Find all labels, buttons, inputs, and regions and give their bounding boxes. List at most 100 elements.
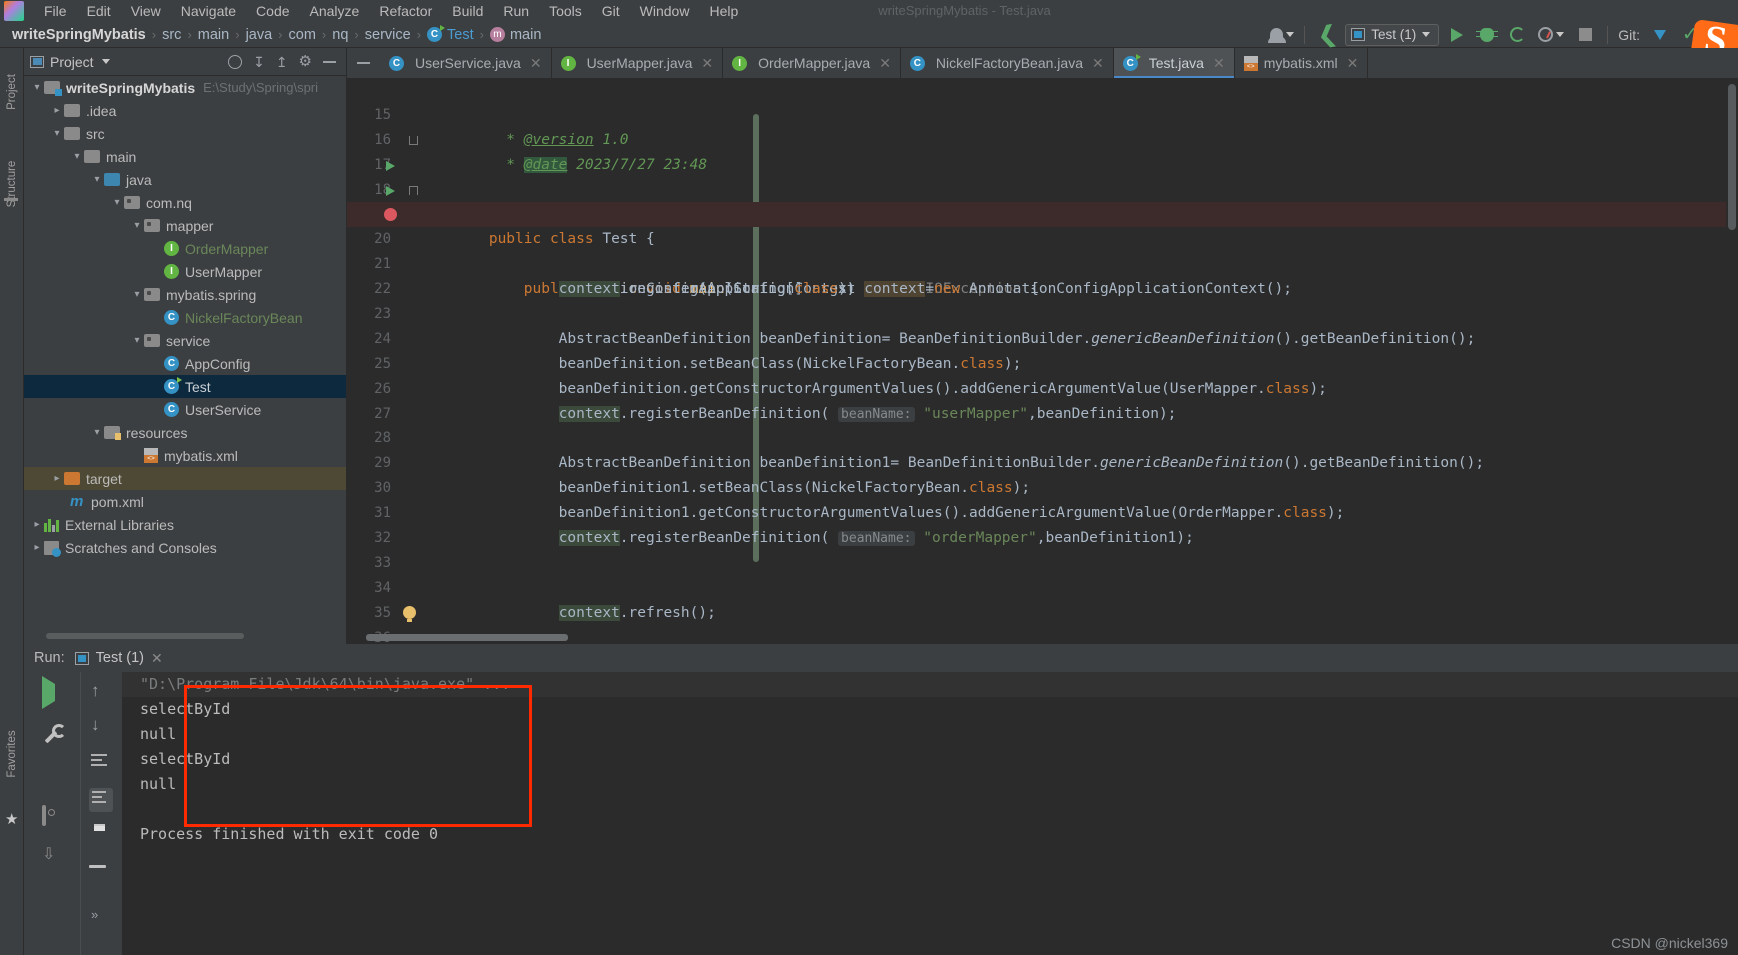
scroll-down-icon[interactable]: ↓ — [91, 716, 111, 736]
chevron-down-icon[interactable]: ▾ — [30, 82, 44, 93]
breadcrumb-item-main[interactable]: main — [198, 27, 229, 43]
tool-window-project[interactable]: Project — [6, 64, 18, 120]
fold-marker-close-icon[interactable] — [409, 135, 418, 145]
run-gutter-icon[interactable] — [386, 160, 395, 171]
chevron-down-icon[interactable]: ▾ — [90, 427, 104, 438]
run-icon[interactable] — [1445, 24, 1469, 46]
tab-nickelfactorybean-java[interactable]: NickelFactoryBean.java ✕ — [901, 48, 1114, 78]
more-actions-icon[interactable]: » — [91, 906, 111, 926]
code-line-31[interactable]: 31 context.registerBeanDefinition( beanN… — [347, 476, 1738, 547]
hide-panel-icon[interactable] — [323, 60, 336, 63]
menu-refactor[interactable]: Refactor — [369, 0, 442, 22]
menu-code[interactable]: Code — [246, 0, 299, 22]
breakpoint-icon[interactable] — [384, 208, 397, 222]
tab-userservice-java[interactable]: UserService.java ✕ — [380, 48, 552, 78]
tab-test-java[interactable]: Test.java ✕ — [1113, 48, 1235, 78]
chevron-right-icon[interactable]: ▸ — [30, 519, 44, 530]
git-update-icon[interactable] — [1648, 24, 1672, 46]
locate-icon[interactable] — [228, 54, 243, 69]
menu-view[interactable]: View — [121, 0, 171, 22]
tree-item-target[interactable]: ▸ target — [24, 467, 346, 490]
stop-icon[interactable] — [44, 766, 62, 784]
chevron-down-icon[interactable]: ▾ — [130, 335, 144, 346]
settings-gear-icon[interactable]: ⚙ — [299, 54, 312, 69]
run-tab-test[interactable]: Test (1) ✕ — [74, 650, 163, 667]
chevron-right-icon[interactable]: ▸ — [50, 105, 64, 116]
intention-bulb-icon[interactable] — [403, 605, 416, 622]
tab-mybatis-xml[interactable]: mybatis.xml ✕ — [1235, 48, 1369, 78]
update-project-icon[interactable]: ❮ — [1315, 20, 1339, 48]
editor-horizontal-scrollbar[interactable] — [366, 634, 568, 641]
tree-item-mapper[interactable]: ▾ mapper — [24, 214, 346, 237]
scrollbar-thumb[interactable] — [1728, 84, 1736, 230]
menu-build[interactable]: Build — [442, 0, 493, 22]
breadcrumb-item-project[interactable]: writeSpringMybatis — [12, 27, 146, 43]
project-panel-horizontal-scrollbar[interactable] — [46, 633, 244, 639]
menu-analyze[interactable]: Analyze — [300, 0, 370, 22]
code-line-30[interactable]: 30 beanDefinition1.getConstructorArgumen… — [347, 451, 1738, 521]
tree-item-test[interactable]: Test — [24, 375, 346, 398]
code-line-33[interactable]: 33 — [347, 526, 1738, 571]
chevron-down-icon[interactable]: ▾ — [110, 197, 124, 208]
code-line-25[interactable]: 25 beanDefinition.getConstructorArgument… — [347, 327, 1738, 397]
breadcrumb-item-java[interactable]: java — [246, 27, 273, 43]
code-line-15[interactable]: 15 * @version 1.0 — [347, 78, 1738, 148]
code-line-23[interactable]: 23 AbstractBeanDefinition beanDefinition… — [347, 277, 1738, 347]
collapse-tabs-button[interactable] — [347, 48, 380, 78]
tree-item-pom-xml[interactable]: m pom.xml — [24, 490, 346, 513]
code-line-19[interactable]: 19 public static void main(String[] args… — [347, 178, 1738, 297]
code-line-36[interactable]: 36 UserService userService=(UserService)… — [347, 601, 1738, 644]
chevron-down-icon[interactable]: ▾ — [130, 220, 144, 231]
console-output[interactable]: "D:\Program File\Jdk\64\bin\java.exe" ..… — [122, 672, 1738, 955]
rerun-icon[interactable] — [42, 676, 60, 709]
tree-item-external-libraries[interactable]: ▸ External Libraries — [24, 513, 346, 536]
profiler-icon[interactable] — [1535, 24, 1567, 46]
chevron-down-icon[interactable]: ▾ — [70, 151, 84, 162]
fold-marker-open-icon[interactable] — [409, 185, 418, 195]
tree-item-usermapper[interactable]: UserMapper — [24, 260, 346, 283]
tree-item-service[interactable]: ▾ service — [24, 329, 346, 352]
collapse-all-icon[interactable]: ↥ — [276, 55, 288, 69]
code-line-20[interactable]: 20 AnnotationConfigApplicationContext co… — [347, 202, 1738, 298]
tree-item-src[interactable]: ▾ src — [24, 122, 346, 145]
breadcrumb-item-main-method[interactable]: main — [489, 27, 541, 43]
close-icon[interactable]: ✕ — [701, 55, 713, 72]
code-line-32[interactable]: 32 — [347, 501, 1738, 546]
run-configuration-selector[interactable]: Test (1) — [1345, 23, 1440, 46]
close-icon[interactable]: ✕ — [1213, 55, 1225, 72]
chevron-down-icon[interactable] — [101, 59, 110, 64]
code-line-29[interactable]: 29 beanDefinition1.setBeanClass(NickelFa… — [347, 426, 1738, 496]
chevron-down-icon[interactable]: ▾ — [130, 289, 144, 300]
tool-window-structure[interactable]: Structure — [6, 156, 18, 212]
chevron-down-icon[interactable]: ▾ — [50, 128, 64, 139]
tree-item-appconfig[interactable]: AppConfig — [24, 352, 346, 375]
tab-usermapper-java[interactable]: UserMapper.java ✕ — [552, 48, 724, 78]
menu-edit[interactable]: Edit — [77, 0, 121, 22]
tree-item-main[interactable]: ▾ main — [24, 145, 346, 168]
user-avatar-icon[interactable] — [1268, 24, 1295, 46]
code-line-24[interactable]: 24 beanDefinition.setBeanClass(NickelFac… — [347, 302, 1738, 372]
tree-item-com-nq[interactable]: ▾ com.nq — [24, 191, 346, 214]
menu-file[interactable]: File — [34, 0, 77, 22]
breadcrumb-item-src[interactable]: src — [162, 27, 181, 43]
code-line-16[interactable]: 16 * @date 2023/7/27 23:48 — [347, 103, 1738, 173]
close-icon[interactable]: ✕ — [1092, 55, 1104, 72]
tree-item-mybatis-xml[interactable]: mybatis.xml — [24, 444, 346, 467]
menu-run[interactable]: Run — [493, 0, 539, 22]
code-line-34[interactable]: 34 context.refresh(); — [347, 551, 1738, 621]
menu-window[interactable]: Window — [630, 0, 700, 22]
close-icon[interactable]: ✕ — [1347, 55, 1359, 72]
chevron-down-icon[interactable]: ▾ — [90, 174, 104, 185]
close-icon[interactable]: ✕ — [530, 55, 542, 72]
tree-item-java[interactable]: ▾ java — [24, 168, 346, 191]
soft-wrap-icon[interactable] — [91, 754, 111, 774]
code-line-27[interactable]: 27 — [347, 377, 1738, 422]
code-line-28[interactable]: 28 AbstractBeanDefinition beanDefinition… — [347, 402, 1738, 471]
code-line-22[interactable]: 22 — [347, 252, 1738, 297]
code-line-18[interactable]: 18 public class Test { — [347, 153, 1738, 247]
menu-help[interactable]: Help — [699, 0, 748, 22]
close-icon[interactable]: ✕ — [879, 55, 891, 72]
stop-icon[interactable] — [1573, 24, 1597, 46]
camera-icon[interactable] — [42, 805, 60, 826]
settings-wrench-icon[interactable] — [42, 724, 60, 742]
